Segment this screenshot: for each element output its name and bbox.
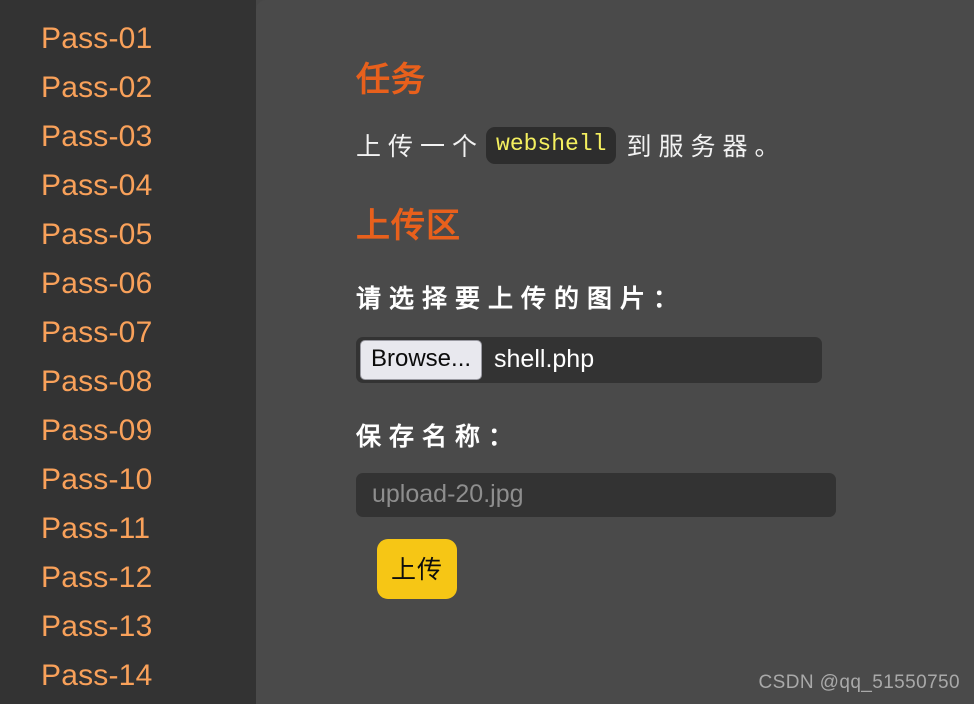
selected-file-name: shell.php [494,345,595,374]
file-input[interactable]: Browse... shell.php [356,336,822,383]
task-text-before: 上传一个 [356,133,485,162]
sidebar-link-pass-10[interactable]: Pass-10 [41,463,152,496]
sidebar-item-pass-08[interactable]: Pass-08 [0,357,256,406]
sidebar-item-pass-04[interactable]: Pass-04 [0,161,256,210]
sidebar-item-pass-03[interactable]: Pass-03 [0,112,256,161]
sidebar-item-pass-11[interactable]: Pass-11 [0,504,256,553]
webshell-code-chip: webshell [486,127,617,164]
sidebar-item-pass-12[interactable]: Pass-12 [0,553,256,602]
sidebar-link-pass-14[interactable]: Pass-14 [41,659,152,692]
file-input-label: 请选择要上传的图片： [356,284,687,313]
sidebar-item-pass-09[interactable]: Pass-09 [0,406,256,455]
sidebar-link-pass-06[interactable]: Pass-06 [41,267,152,300]
sidebar-item-pass-06[interactable]: Pass-06 [0,259,256,308]
sidebar-link-pass-07[interactable]: Pass-07 [41,316,152,349]
main-content: 任务 上传一个 webshell 到服务器。 上传区 请选择要上传的图片： Br… [256,0,974,704]
sidebar-link-pass-08[interactable]: Pass-08 [41,365,152,398]
upload-section-heading: 上传区 [356,206,461,245]
sidebar-link-pass-05[interactable]: Pass-05 [41,218,152,251]
sidebar-nav-list: Pass-01 Pass-02 Pass-03 Pass-04 Pass-05 … [0,14,256,700]
sidebar-item-pass-10[interactable]: Pass-10 [0,455,256,504]
sidebar: Pass-01 Pass-02 Pass-03 Pass-04 Pass-05 … [0,0,256,704]
task-heading: 任务 [356,61,426,99]
savename-input[interactable] [356,472,836,517]
browse-button[interactable]: Browse... [360,339,483,380]
sidebar-link-pass-13[interactable]: Pass-13 [41,610,152,643]
sidebar-item-pass-07[interactable]: Pass-07 [0,308,256,357]
upload-submit-button[interactable]: 上传 [377,538,458,599]
sidebar-item-pass-05[interactable]: Pass-05 [0,210,256,259]
sidebar-link-pass-01[interactable]: Pass-01 [41,22,152,55]
sidebar-link-pass-02[interactable]: Pass-02 [41,71,152,104]
task-text-after: 到服务器。 [626,133,787,162]
sidebar-link-pass-12[interactable]: Pass-12 [41,561,152,594]
csdn-watermark: CSDN @qq_51550750 [758,672,960,693]
sidebar-link-pass-03[interactable]: Pass-03 [41,120,152,153]
sidebar-link-pass-04[interactable]: Pass-04 [41,169,152,202]
savename-label: 保存名称： [356,422,522,451]
sidebar-item-pass-13[interactable]: Pass-13 [0,602,256,651]
page-root: Pass-01 Pass-02 Pass-03 Pass-04 Pass-05 … [0,0,974,704]
sidebar-link-pass-11[interactable]: Pass-11 [41,512,150,545]
sidebar-link-pass-09[interactable]: Pass-09 [41,414,152,447]
sidebar-item-pass-01[interactable]: Pass-01 [0,14,256,63]
sidebar-item-pass-02[interactable]: Pass-02 [0,63,256,112]
sidebar-item-pass-14[interactable]: Pass-14 [0,651,256,700]
task-description: 上传一个 webshell 到服务器。 [356,127,974,164]
